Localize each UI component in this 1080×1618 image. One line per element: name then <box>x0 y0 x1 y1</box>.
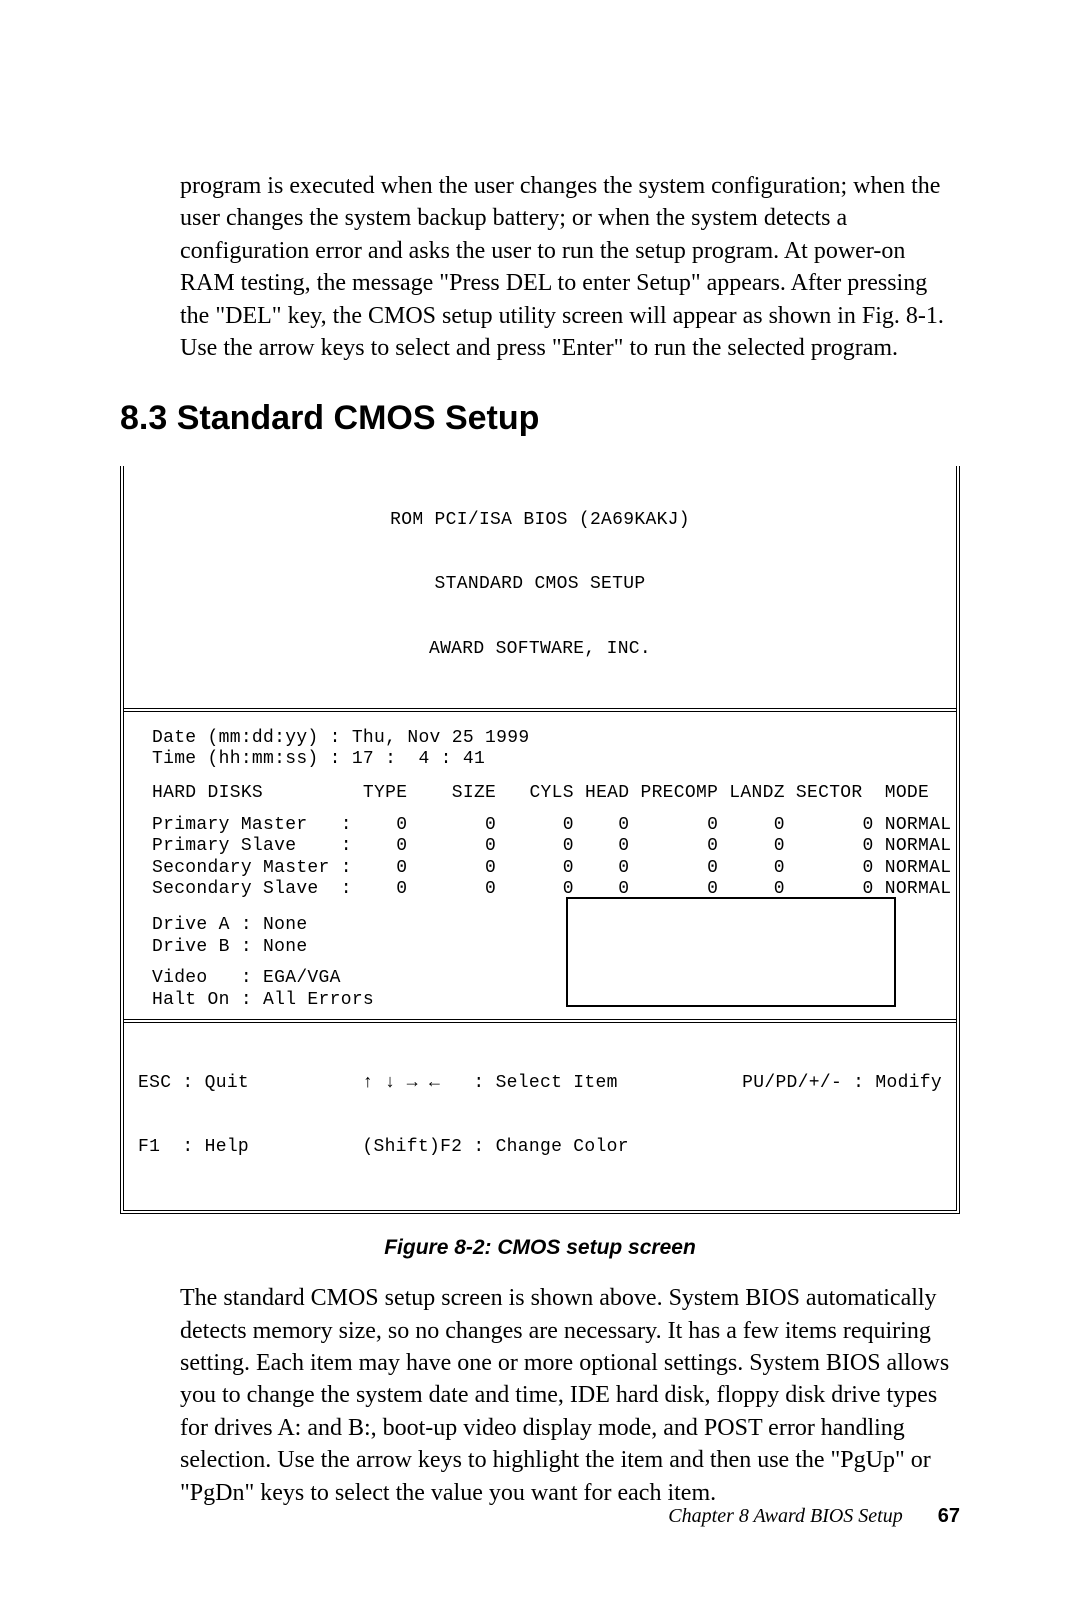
bios-disk-row: Secondary Master : 0 0 0 0 0 0 0 NORMAL <box>152 858 928 880</box>
bios-screenshot: ROM PCI/ISA BIOS (2A69KAKJ) STANDARD CMO… <box>120 466 960 1214</box>
bios-header-line2: STANDARD CMOS SETUP <box>124 574 956 596</box>
bios-disk-table: HARD DISKS TYPE SIZE CYLS HEAD PRECOMP L… <box>152 783 928 901</box>
bios-footer-color: (Shift)F2 : Change Color <box>362 1137 628 1159</box>
bios-footer-select: ↑ ↓ → ← : Select Item <box>362 1073 628 1095</box>
section-heading: 8.3 Standard CMOS Setup <box>120 399 960 438</box>
body-paragraph: The standard CMOS setup screen is shown … <box>180 1282 960 1509</box>
bios-body: Date (mm:dd:yy) : Thu, Nov 25 1999 Time … <box>124 708 956 1020</box>
bios-header: ROM PCI/ISA BIOS (2A69KAKJ) STANDARD CMO… <box>124 466 956 708</box>
bios-time-line: Time (hh:mm:ss) : 17 : 4 : 41 <box>152 749 928 771</box>
bios-disk-row: Primary Master : 0 0 0 0 0 0 0 NORMAL <box>152 815 928 837</box>
bios-footer-mid: ↑ ↓ → ← : Select Item (Shift)F2 : Change… <box>362 1029 628 1202</box>
bios-footer-modify: PU/PD/+/- : Modify <box>742 1073 942 1095</box>
footer-chapter: Chapter 8 Award BIOS Setup <box>668 1505 902 1527</box>
figure-caption: Figure 8-2: CMOS setup screen <box>120 1236 960 1260</box>
bios-date-line: Date (mm:dd:yy) : Thu, Nov 25 1999 <box>152 728 928 750</box>
bios-footer-help: F1 : Help <box>138 1137 249 1159</box>
bios-footer: ESC : Quit F1 : Help ↑ ↓ → ← : Select It… <box>124 1019 956 1210</box>
bios-footer-quit: ESC : Quit <box>138 1073 249 1095</box>
bios-memory-box <box>566 897 896 1007</box>
bios-footer-left: ESC : Quit F1 : Help <box>138 1029 249 1202</box>
bios-footer-right: PU/PD/+/- : Modify <box>742 1029 942 1202</box>
bios-header-line3: AWARD SOFTWARE, INC. <box>124 639 956 661</box>
intro-paragraph: program is executed when the user change… <box>180 170 960 364</box>
bios-header-line1: ROM PCI/ISA BIOS (2A69KAKJ) <box>124 510 956 532</box>
bios-disk-header: HARD DISKS TYPE SIZE CYLS HEAD PRECOMP L… <box>152 783 928 805</box>
bios-disk-row: Primary Slave : 0 0 0 0 0 0 0 NORMAL <box>152 836 928 858</box>
page-footer: Chapter 8 Award BIOS Setup 67 <box>668 1505 960 1528</box>
footer-page-number: 67 <box>938 1505 960 1527</box>
